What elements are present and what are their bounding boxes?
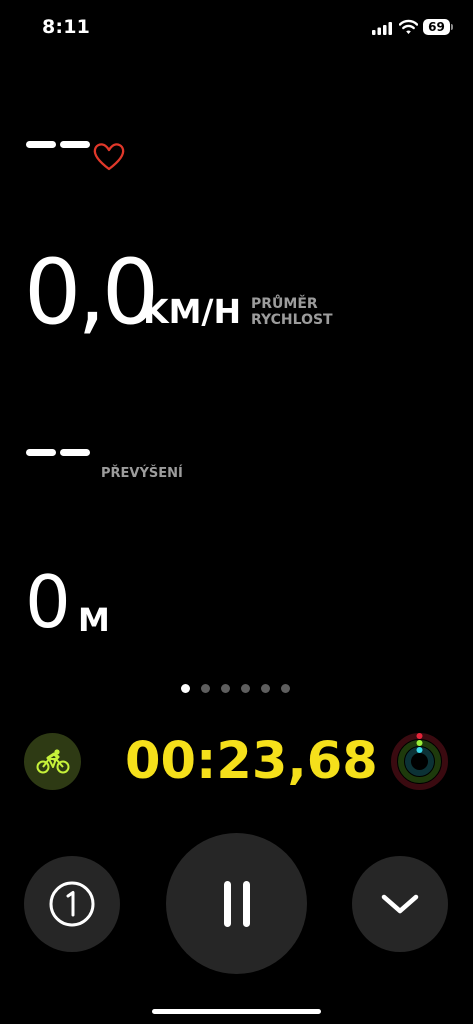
avg-speed-unit: KM/H — [143, 292, 242, 331]
status-time: 8:11 — [42, 16, 91, 38]
heart-rate-value — [26, 141, 90, 148]
wifi-icon — [399, 19, 418, 34]
collapse-button[interactable] — [352, 856, 448, 952]
activity-rings-icon[interactable] — [391, 733, 448, 790]
avg-speed-value: 0,0 — [24, 240, 159, 345]
elevation-caption: PŘEVÝŠENÍ — [101, 466, 183, 481]
avg-speed-caption-line2: RYCHLOST — [251, 312, 333, 328]
page-dot-4[interactable] — [241, 684, 250, 693]
pause-button[interactable] — [166, 833, 307, 974]
cellular-signal-icon — [372, 22, 392, 35]
cycling-icon — [36, 748, 69, 773]
home-indicator[interactable] — [152, 1009, 321, 1014]
battery-cap — [451, 24, 453, 30]
page-dot-3[interactable] — [221, 684, 230, 693]
distance-unit: M — [78, 601, 110, 639]
avg-speed-caption-line1: PRŮMĚR — [251, 296, 318, 312]
elevation-value — [26, 449, 90, 456]
page-dot-6[interactable] — [281, 684, 290, 693]
distance-value: 0 — [25, 560, 71, 644]
elapsed-timer: 00:23,68 — [125, 732, 378, 791]
avg-speed-caption: PRŮMĚR RYCHLOST — [251, 296, 333, 328]
page-dot-2[interactable] — [201, 684, 210, 693]
heart-icon — [93, 143, 125, 171]
segment-button[interactable] — [24, 856, 120, 952]
segment-one-icon — [49, 881, 95, 927]
page-dot-5[interactable] — [261, 684, 270, 693]
pause-icon — [223, 880, 250, 927]
page-indicator[interactable] — [181, 684, 290, 693]
chevron-down-icon — [381, 894, 419, 914]
page-dot-1[interactable] — [181, 684, 190, 693]
workout-type-badge — [24, 733, 81, 790]
battery-icon: 69 — [423, 19, 450, 35]
